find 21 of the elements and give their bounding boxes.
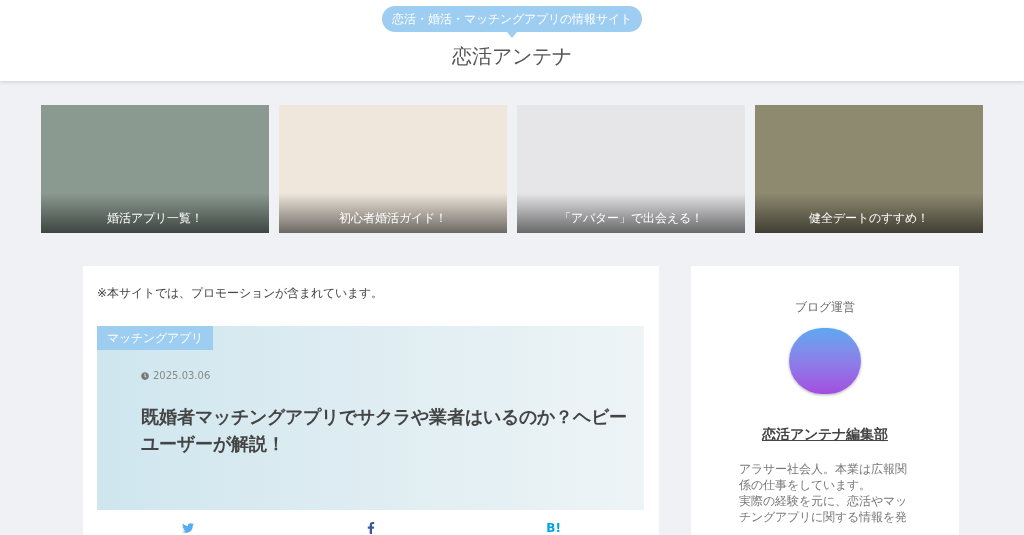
card-caption: 健全デートのすすめ！	[809, 210, 929, 227]
card-caption: 婚活アプリ一覧！	[107, 210, 203, 227]
author-bio: 実際の経験を元に、恋活やマッチングアプリに関する情報を発	[739, 493, 908, 525]
bird-icon	[182, 522, 195, 534]
clock-icon	[141, 371, 149, 380]
card-caption: 初心者婚活ガイド！	[339, 210, 447, 227]
promotion-notice: ※本サイトでは、プロモーションが含まれています。	[97, 285, 385, 302]
avatar-illustration	[789, 328, 861, 394]
facebook-icon	[366, 522, 376, 534]
article-date: 2025.03.06	[153, 369, 211, 383]
article-title: 既婚者マッチングアプリでサクラや業者はいるのか？ヘビーユーザーが解説！	[141, 405, 628, 456]
author-bio: アラサー社会人。本業は広報関係の仕事をしています。	[739, 461, 908, 493]
article-hero[interactable]: マッチングアプリ 2025.03.06 既婚者マッチングアプリでサクラや業者はいるのか？ヘビーユーザーが解説！	[97, 326, 644, 510]
featured-card[interactable]: 健全デートのすすめ！	[755, 105, 983, 233]
author-name[interactable]: 恋活アンテナ編集部	[762, 424, 888, 445]
tagline: 恋活・婚活・マッチングアプリの情報サイト	[392, 11, 632, 28]
site-title[interactable]: 恋活アンテナ	[452, 41, 572, 71]
category-label: マッチングアプリ	[97, 326, 213, 350]
card-caption: 「アバター」で出会える！	[559, 210, 703, 227]
sidebar-heading: ブログ運営	[795, 299, 855, 316]
featured-card[interactable]: 婚活アプリ一覧！	[41, 105, 269, 233]
